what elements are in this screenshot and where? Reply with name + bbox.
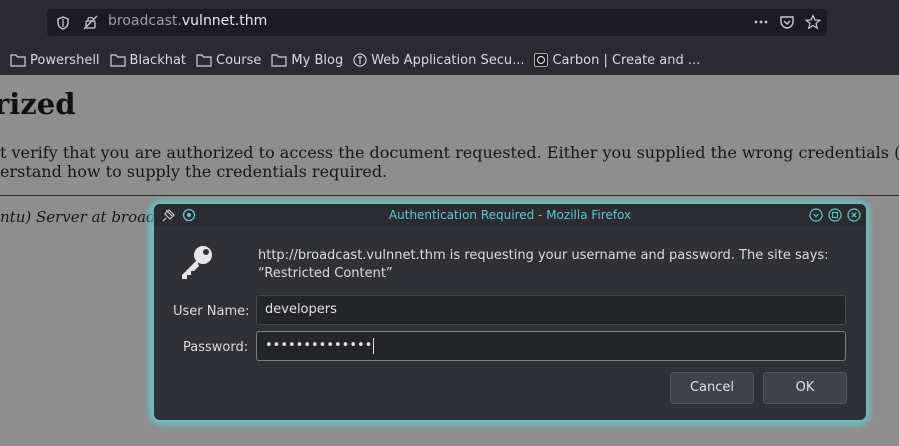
- text-caret: [373, 337, 375, 354]
- maximize-icon[interactable]: [828, 208, 842, 222]
- dialog-title: Authentication Required - Mozilla Firefo…: [388, 208, 632, 222]
- password-field[interactable]: ••••••••••••••: [256, 331, 846, 361]
- bookmark-course[interactable]: Course: [196, 53, 261, 68]
- bookmark-label: Web Application Secu...: [371, 52, 525, 68]
- pocket-icon[interactable]: [779, 14, 795, 30]
- bookmark-label: Blackhat: [129, 52, 187, 68]
- dialog-titlebar[interactable]: Authentication Required - Mozilla Firefo…: [154, 204, 866, 226]
- more-icon[interactable]: [753, 14, 769, 30]
- folder-icon: [109, 54, 126, 67]
- tracking-shield-icon[interactable]: [56, 15, 70, 30]
- url-text[interactable]: broadcast.vulnnet.thm: [108, 13, 267, 29]
- folder-icon: [196, 54, 212, 67]
- paragraph-line-1: t verify that you are authorized to acce…: [0, 143, 899, 162]
- bookmark-blackhat[interactable]: Blackhat: [109, 52, 187, 68]
- insecure-connection-icon[interactable]: [83, 15, 99, 30]
- titlebar-controls: [809, 208, 861, 222]
- close-icon[interactable]: [847, 208, 861, 222]
- key-icon: [182, 246, 212, 279]
- page-heading: rized: [0, 87, 76, 121]
- bookmark-label: Powershell: [30, 52, 100, 68]
- bookmark-label: My Blog: [291, 52, 344, 68]
- horizontal-rule: [0, 195, 899, 196]
- username-value: developers: [265, 302, 337, 317]
- bookmarks-toolbar: Powershell Blackhat Course My Blog Web A…: [0, 45, 899, 75]
- bookmark-my-blog[interactable]: My Blog: [271, 53, 343, 68]
- url-bar[interactable]: broadcast.vulnnet.thm: [47, 9, 827, 36]
- bookmark-label: Course: [216, 52, 262, 68]
- cancel-button[interactable]: Cancel: [670, 372, 754, 404]
- bookmark-web-app-security[interactable]: Web Application Secu...: [353, 53, 524, 68]
- carbon-icon: [534, 53, 549, 67]
- auth-dialog: Authentication Required - Mozilla Firefo…: [154, 204, 866, 420]
- username-label: User Name:: [173, 304, 250, 319]
- page-paragraph: t verify that you are authorized to acce…: [0, 143, 899, 181]
- bookmark-label: Carbon | Create and ...: [552, 52, 701, 68]
- url-subdomain: broadcast.: [108, 13, 182, 29]
- browser-chrome: broadcast.vulnnet.thm Powershell Blackha…: [0, 0, 899, 75]
- url-host: vulnnet.thm: [181, 13, 268, 29]
- folder-icon: [10, 54, 26, 67]
- username-field[interactable]: developers: [256, 295, 846, 325]
- ok-button[interactable]: OK: [763, 372, 847, 404]
- site-icon: [353, 53, 367, 67]
- bookmark-carbon[interactable]: Carbon | Create and ...: [534, 53, 700, 68]
- password-label: Password:: [183, 340, 249, 355]
- server-address: ntu) Server at broad: [0, 208, 156, 226]
- auth-message: http://broadcast.vulnnet.thm is requesti…: [258, 248, 829, 281]
- paragraph-line-2: erstand how to supply the credentials re…: [0, 162, 388, 181]
- bookmark-powershell[interactable]: Powershell: [10, 53, 100, 68]
- url-actions: [753, 14, 822, 30]
- password-value: ••••••••••••••: [265, 338, 373, 353]
- minimize-icon[interactable]: [809, 208, 823, 222]
- star-icon[interactable]: [804, 14, 822, 30]
- folder-icon: [271, 54, 288, 67]
